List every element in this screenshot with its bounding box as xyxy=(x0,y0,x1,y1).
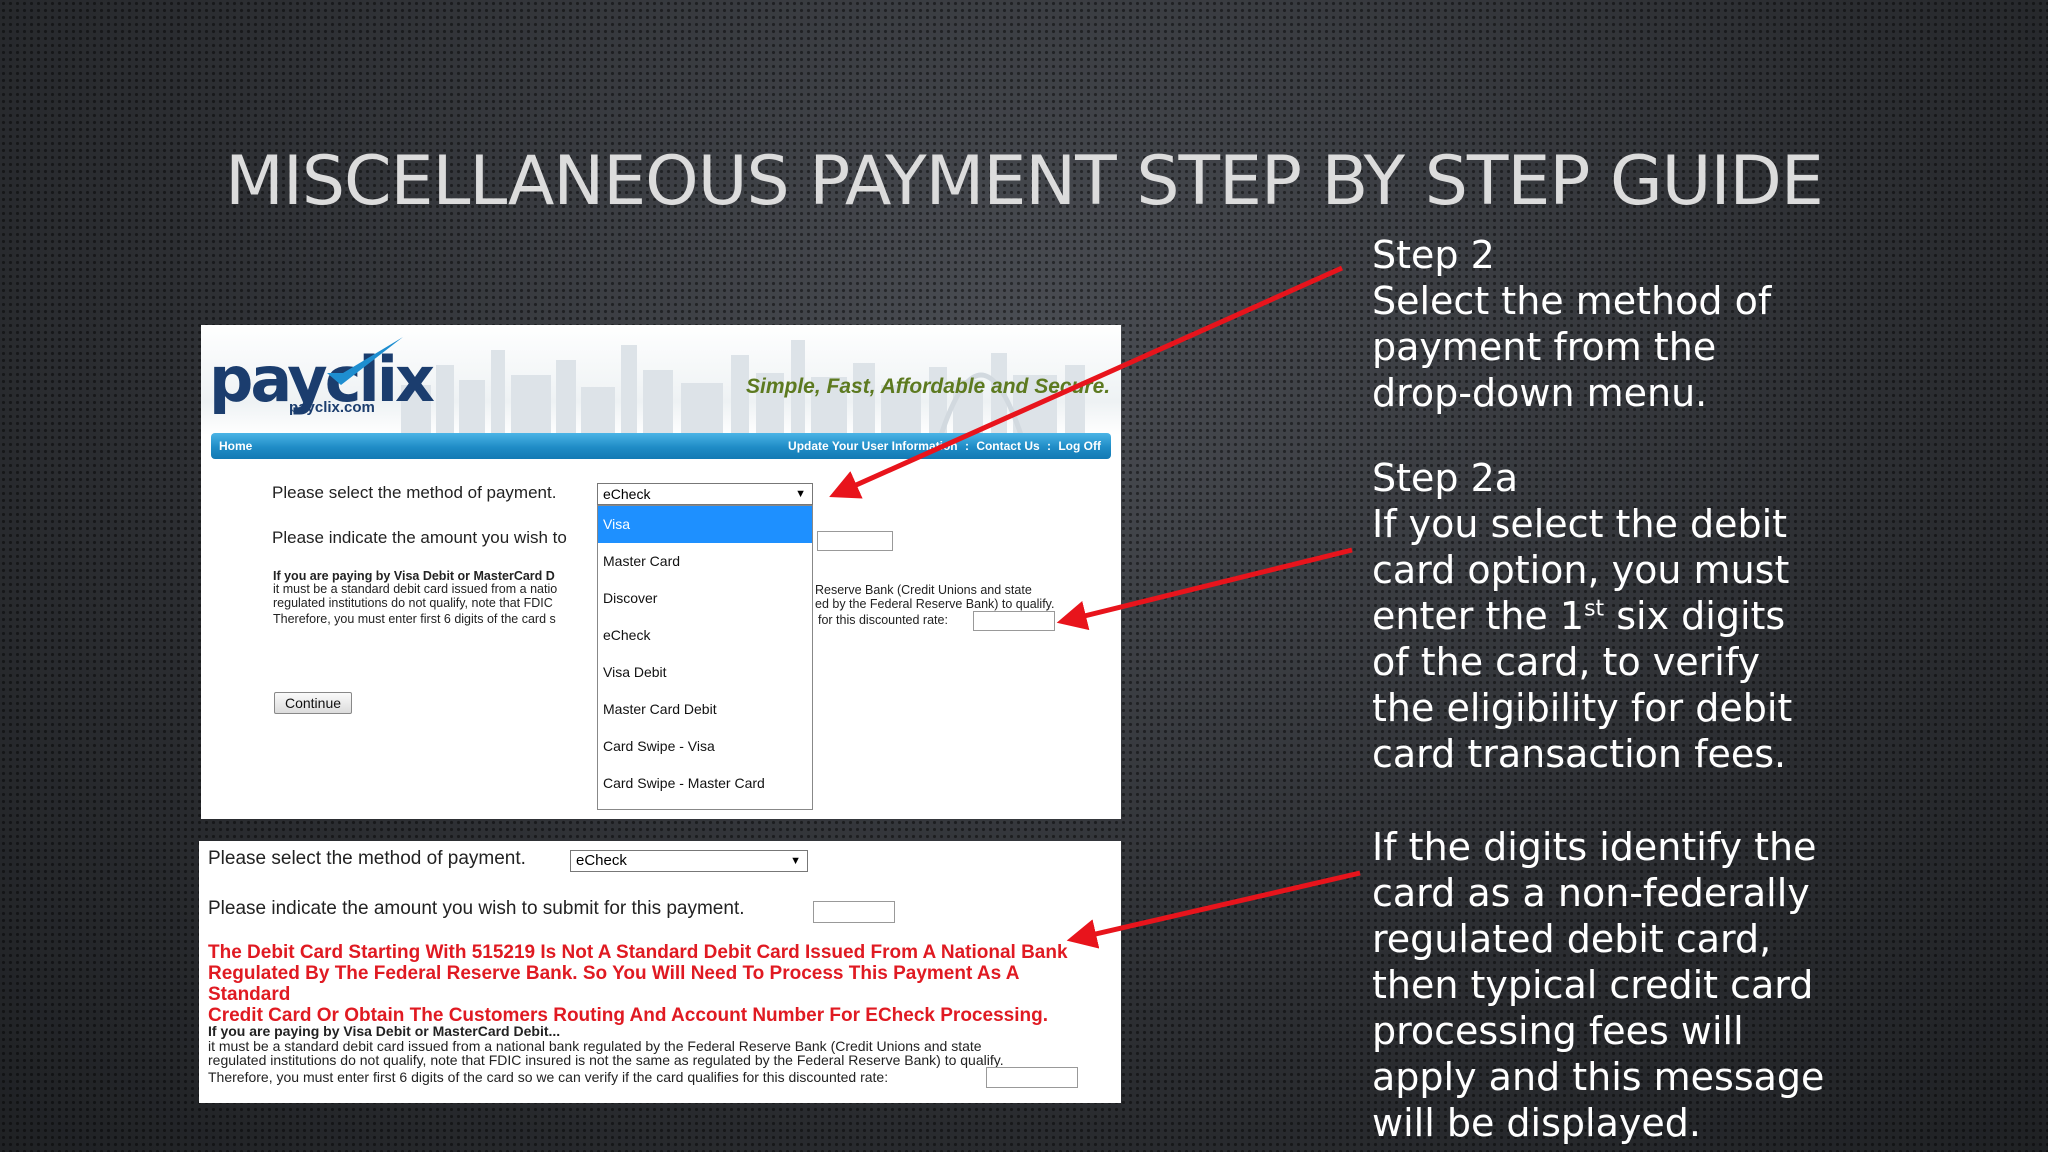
site-navbar: Home Update Your User Information : Cont… xyxy=(211,433,1111,459)
dropdown-option[interactable]: Master Card Debit xyxy=(598,691,812,728)
first-six-digits-input[interactable] xyxy=(986,1067,1078,1088)
nav-right-links: Update Your User Information : Contact U… xyxy=(788,439,1101,453)
dropdown-option[interactable]: Master Card xyxy=(598,543,812,580)
slide-title: Miscellaneous Payment Step by Step Guide xyxy=(225,141,1824,221)
step2a-heading: Step 2a xyxy=(1372,456,1519,500)
dropdown-arrow-icon: ▼ xyxy=(795,488,806,500)
site-tagline: Simple, Fast, Affordable and Secure. xyxy=(746,375,1111,398)
debit-note-line: for this discounted rate: xyxy=(818,613,948,627)
site-banner: payclix payclix.com Simple, Fast, Afford… xyxy=(201,325,1121,435)
step2-heading: Step 2 xyxy=(1372,233,1495,277)
debit-note-line: regulated institutions do not qualify, n… xyxy=(208,1052,1004,1068)
method-label: Please select the method of payment. xyxy=(208,848,526,869)
dropdown-option[interactable]: Visa xyxy=(598,506,812,543)
debit-note-line: it must be a standard debit card issued … xyxy=(273,582,558,596)
method-label: Please select the method of payment. xyxy=(272,483,557,502)
debit-heading: If you are paying by Visa Debit or Maste… xyxy=(208,1023,561,1039)
amount-label: Please indicate the amount you wish to xyxy=(272,528,567,547)
payment-method-dropdown-list: Visa Master Card Discover eCheck Visa Debit M… xyxy=(597,505,813,810)
debit-heading: If you are paying by Visa Debit or Maste… xyxy=(273,569,555,583)
nav-update-user-link[interactable]: Update Your User Information xyxy=(788,439,958,453)
dropdown-option[interactable]: eCheck xyxy=(598,617,812,654)
step2-body: Select the method of payment from the dr… xyxy=(1372,279,1772,415)
dropdown-option[interactable]: Visa Debit xyxy=(598,654,812,691)
step2-block: Step 2 Select the method of payment from… xyxy=(1372,232,2032,416)
step2a-block: Step 2a If you select the debit card opt… xyxy=(1372,455,2032,777)
step2b-body: If the digits identify the card as a non… xyxy=(1372,825,1825,1145)
first-six-digits-input[interactable] xyxy=(973,611,1055,631)
payment-form-screenshot-warning: Please select the method of payment. eCh… xyxy=(199,841,1121,1103)
payment-method-select[interactable]: eCheck ▼ xyxy=(597,483,813,505)
amount-label: Please indicate the amount you wish to s… xyxy=(208,898,745,919)
continue-button[interactable]: Continue xyxy=(274,692,352,714)
debit-note-line: Therefore, you must enter first 6 digits… xyxy=(273,612,556,626)
step2a-body: If you select the debit card option, you… xyxy=(1372,502,1793,776)
debit-note-line: Reserve Bank (Credit Unions and state xyxy=(815,583,1032,597)
debit-card-warning-message: The Debit Card Starting With 515219 Is N… xyxy=(208,942,1068,1026)
amount-input[interactable] xyxy=(813,901,895,923)
nav-logoff-link[interactable]: Log Off xyxy=(1058,439,1101,453)
debit-note-line: it must be a standard debit card issued … xyxy=(208,1038,982,1054)
debit-note-line: ed by the Federal Reserve Bank) to quali… xyxy=(815,597,1055,611)
nav-home-link[interactable]: Home xyxy=(219,439,252,453)
amount-input[interactable] xyxy=(817,531,893,551)
payclix-domain: payclix.com xyxy=(289,399,375,416)
dropdown-option[interactable]: Card Swipe - Master Card xyxy=(598,765,812,802)
dropdown-option[interactable]: Card Swipe - Visa xyxy=(598,728,812,765)
step2b-block: If the digits identify the card as a non… xyxy=(1372,824,2032,1146)
nav-contact-link[interactable]: Contact Us xyxy=(976,439,1039,453)
dropdown-option[interactable]: Discover xyxy=(598,580,812,617)
payment-form-screenshot-dropdown: payclix payclix.com Simple, Fast, Afford… xyxy=(201,325,1121,819)
debit-note-line: Therefore, you must enter first 6 digits… xyxy=(208,1069,889,1085)
payment-method-select[interactable]: eCheck ▼ xyxy=(570,850,808,872)
debit-note-line: regulated institutions do not qualify, n… xyxy=(273,596,553,610)
dropdown-arrow-icon: ▼ xyxy=(790,855,801,867)
payclix-check-icon xyxy=(327,337,403,385)
